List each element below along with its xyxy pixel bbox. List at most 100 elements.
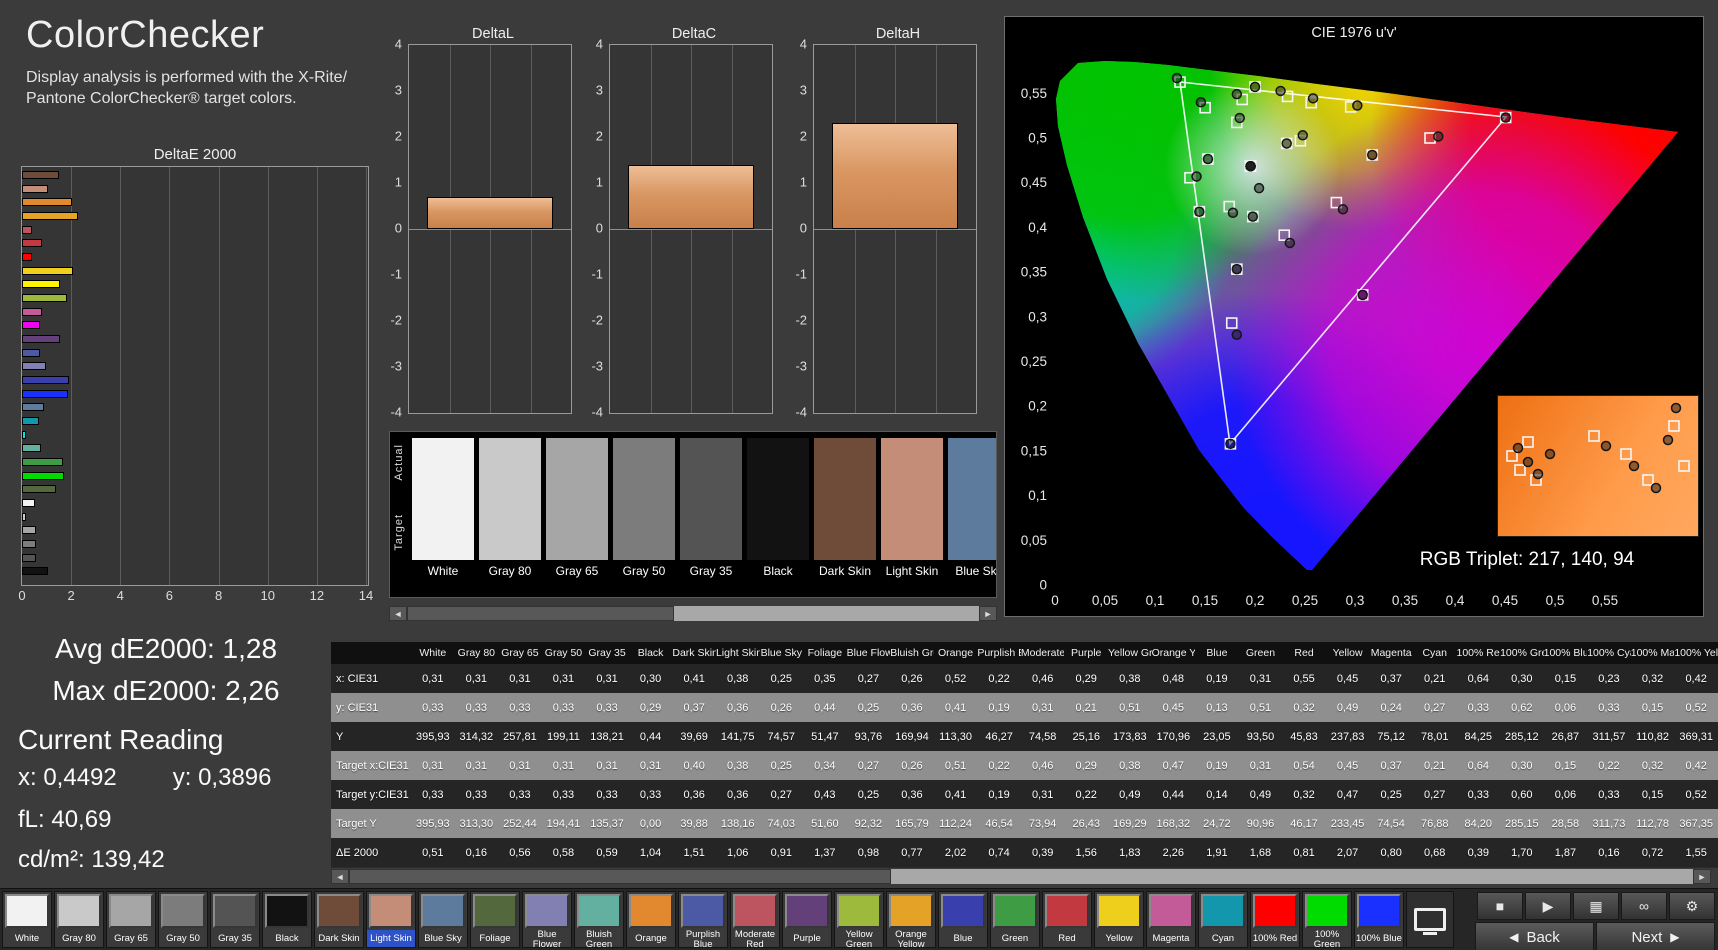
stop-button[interactable]: ■ [1477,892,1523,920]
deltae-bar-orange [22,198,72,207]
strip-scrollbar[interactable]: ◄ ► [389,606,997,621]
table-cell: 0,72 [1641,846,1664,859]
patch-button-dark-skin[interactable]: Dark Skin [314,891,364,948]
strip-scroll-left-icon[interactable]: ◄ [389,606,407,621]
back-button[interactable]: ◀ Back [1475,922,1594,950]
patch-button-gray-65[interactable]: Gray 65 [106,891,156,948]
play-button[interactable]: ▶ [1525,892,1571,920]
patch-button-orange[interactable]: Orange [626,891,676,948]
table-cell: 0,33 [596,701,618,714]
table-cell: 51,60 [811,817,839,830]
patch-button-red[interactable]: Red [1042,891,1092,948]
svg-text:0,1: 0,1 [1028,488,1047,503]
strip-patch-gray-65: Gray 65 [546,438,608,597]
table-scrollbar[interactable]: ◄ ► [331,869,1711,884]
patch-button-gray-80[interactable]: Gray 80 [54,891,104,948]
column-header: Gray 80 [454,642,499,664]
table-cell: 1,91 [1206,846,1228,859]
patch-button-purple[interactable]: Purple [782,891,832,948]
next-arrow-icon: ▶ [1670,930,1680,944]
table-scroll-right-icon[interactable]: ► [1693,869,1711,884]
svg-text:0,25: 0,25 [1292,593,1318,608]
table-cell: 76,88 [1420,817,1449,830]
table-scroll-thumb[interactable] [349,869,891,884]
patch-button-black[interactable]: Black [262,891,312,948]
patch-button-bluish-green[interactable]: Bluish Green [574,891,624,950]
target-swatch [412,499,474,560]
table-cell: 0,06 [1554,788,1577,801]
patch-button-yellow[interactable]: Yellow [1094,891,1144,948]
table-cell: 45,83 [1290,730,1318,743]
patch-button-swatch [733,894,777,928]
table-cell: 110,82 [1636,730,1669,743]
column-header: Foliage [803,642,847,664]
x-tick-label: 8 [214,588,223,603]
patch-button-purplish-blue[interactable]: Purplish Blue [678,891,728,950]
patch-button-blue[interactable]: Blue [938,891,988,948]
table-cell: 0,19 [988,788,1010,801]
actual-swatch [747,438,809,499]
table-cell: 0,31 [465,672,488,685]
patch-button-label: Cyan [1211,932,1235,944]
table-cell: 0,42 [1685,759,1707,772]
patch-button-label: 100% Blue [1356,932,1402,944]
table-cell: 0,34 [814,759,836,772]
table-cell: 233,45 [1330,817,1365,830]
patch-button-orange-yellow[interactable]: Orange Yellow [886,891,936,950]
patch-button-blue-sky[interactable]: Blue Sky [418,891,468,948]
table-cell: 199,11 [547,730,580,743]
patch-button-light-skin[interactable]: Light Skin [366,891,416,948]
strip-scroll-thumb[interactable] [407,606,674,621]
patch-button-blue-flower[interactable]: Blue Flower [522,891,572,950]
table-cell: 0,33 [552,788,575,801]
deltae-bar-light-skin [22,184,49,193]
settings-button[interactable]: ⚙ [1669,892,1715,920]
patch-button-white[interactable]: White [2,891,52,948]
y-tick-label: 3 [799,82,807,98]
patch-button-foliage[interactable]: Foliage [470,891,520,948]
loop-button[interactable]: ∞ [1621,892,1667,920]
patch-button-gray-50[interactable]: Gray 50 [158,891,208,948]
table-cell: 51,47 [811,730,839,743]
column-header: Moderate Red [1020,642,1065,664]
strip-scroll-right-icon[interactable]: ► [979,606,997,621]
pattern-button[interactable]: ▦ [1573,892,1619,920]
table-cell: 0,22 [1598,759,1620,772]
patch-button-moderate-red[interactable]: Moderate Red [730,891,780,950]
patch-button-swatch [57,894,101,928]
table-cell: 194,41 [546,817,581,830]
patch-button-gray-35[interactable]: Gray 35 [210,891,260,948]
patch-button-100-blue[interactable]: 100% Blue [1354,891,1404,948]
patch-button-100-green[interactable]: 100% Green [1302,891,1352,950]
patch-swatch [948,438,996,560]
patch-button-magenta[interactable]: Magenta [1146,891,1196,948]
display-pattern-button[interactable] [1406,891,1454,948]
deltah-bar [832,123,958,229]
table-cell: 92,32 [854,817,883,830]
strip-patch-dark-skin: Dark Skin [814,438,876,597]
nav-cluster: ■ ▶ ▦ ∞ ⚙ ◀ Back Next ▶ [1474,891,1716,950]
y-tick-label: -4 [390,404,402,420]
gridline [169,167,171,585]
patch-buttons: White Gray 80 Gray 65 Gray 50 Gray 35 Black Da… [2,891,1404,950]
patch-button-cyan[interactable]: Cyan [1198,891,1248,948]
strip-patch-light-skin: Light Skin [881,438,943,597]
column-header: Green [1238,642,1283,664]
next-button[interactable]: Next ▶ [1596,922,1715,950]
patch-button-yellow-green[interactable]: Yellow Green [834,891,884,950]
table-cell: 0,31 [596,672,618,685]
patch-label: Gray 80 [488,564,532,578]
table-cell: 0,32 [1641,672,1664,685]
table-scroll-left-icon[interactable]: ◄ [331,869,349,884]
y-tick-label: 4 [394,36,402,52]
table-cell: 0,80 [1380,846,1402,859]
patch-button-100-red[interactable]: 100% Red [1250,891,1300,948]
table-cell: 0,14 [1206,788,1228,801]
deltae-bar-100-yellow [22,280,61,289]
y-tick-label: 1 [799,174,807,190]
target-swatch [747,499,809,560]
patch-button-green[interactable]: Green [990,891,1040,948]
row-label: Target y:CIE31 [336,788,409,801]
strip-patches: White Gray 80 Gray 65 Gray 50 Gray 35 Black Da… [410,432,996,597]
svg-text:0: 0 [1051,593,1059,608]
